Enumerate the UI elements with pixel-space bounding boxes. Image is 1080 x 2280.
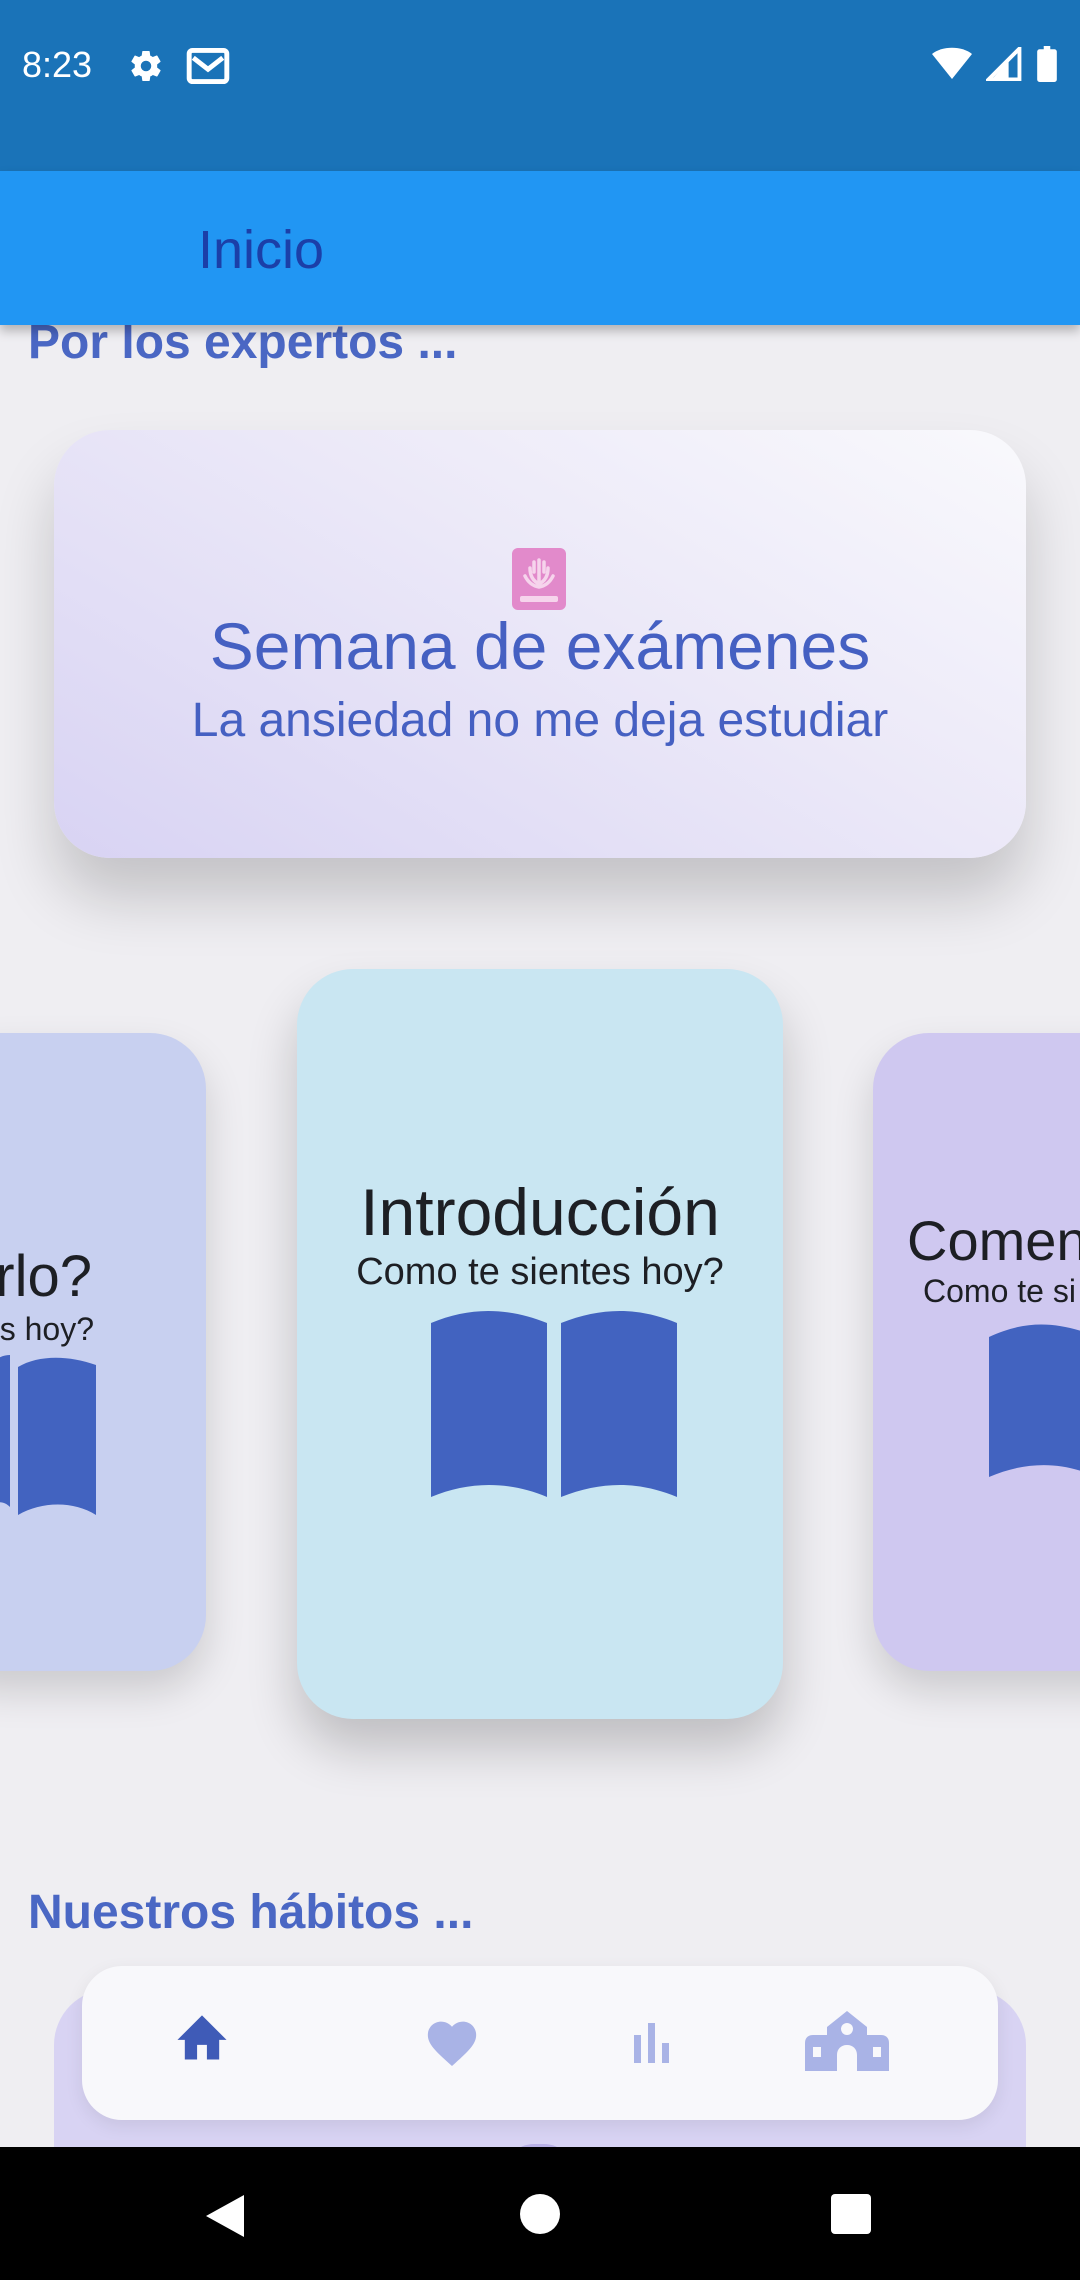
featured-card[interactable]: Semana de exámenes La ansiedad no me dej…: [54, 430, 1026, 858]
status-time: 8:23: [22, 44, 93, 85]
wifi-icon: [932, 47, 972, 86]
open-book-icon: [429, 1309, 679, 1506]
carousel-card-subtitle: entes hoy?: [0, 1311, 94, 1347]
carousel-card-center[interactable]: Introducción Como te sientes hoy?: [297, 969, 783, 1719]
nav-home[interactable]: [142, 1960, 262, 2114]
page-title: Inicio: [198, 220, 325, 280]
bottom-navigation: [82, 1966, 998, 2120]
carousel-card-title: rlo?: [0, 1244, 92, 1309]
recents-icon[interactable]: [830, 2193, 872, 2240]
carousel-card-left[interactable]: rlo? entes hoy?: [0, 1033, 206, 1671]
featured-card-subtitle: La ansiedad no me deja estudiar: [191, 694, 889, 747]
home-circle-icon[interactable]: [519, 2193, 561, 2240]
status-bar: 8:23: [0, 0, 1080, 171]
bar-chart-icon: [630, 2019, 674, 2068]
nav-school[interactable]: [782, 1966, 912, 2120]
heart-icon: [423, 2014, 481, 2073]
app-bar: Inicio: [0, 171, 1080, 325]
battery-icon: [1036, 46, 1058, 87]
carousel-card-title: Introducción: [360, 1175, 720, 1249]
home-content[interactable]: Por los expertos ... Semana de exámenes …: [0, 325, 1080, 2147]
habits-section-title: Nuestros hábitos ...: [28, 1886, 474, 1939]
featured-card-title: Semana de exámenes: [209, 609, 871, 683]
system-navigation-bar: [0, 2147, 1080, 2280]
carousel-card-subtitle: Como te sientes hoy?: [356, 1251, 724, 1293]
experts-section-title: Por los expertos ...: [28, 325, 458, 369]
back-icon[interactable]: [204, 2193, 246, 2244]
signal-icon: [983, 43, 1022, 86]
home-icon: [172, 2008, 232, 2067]
mail-icon: [186, 48, 230, 89]
open-book-icon: [0, 1355, 108, 1524]
nav-stats[interactable]: [592, 1966, 712, 2120]
gear-icon: [128, 48, 164, 89]
carousel-card-title: Comen: [907, 1209, 1080, 1272]
school-icon: [805, 2010, 889, 2076]
carousel-card-right[interactable]: Comen Como te si: [873, 1033, 1080, 1671]
carousel-card-subtitle: Como te si: [923, 1273, 1076, 1309]
nav-favorites[interactable]: [392, 1966, 512, 2120]
open-book-icon: [987, 1323, 1080, 1488]
book-icon: [510, 546, 568, 617]
